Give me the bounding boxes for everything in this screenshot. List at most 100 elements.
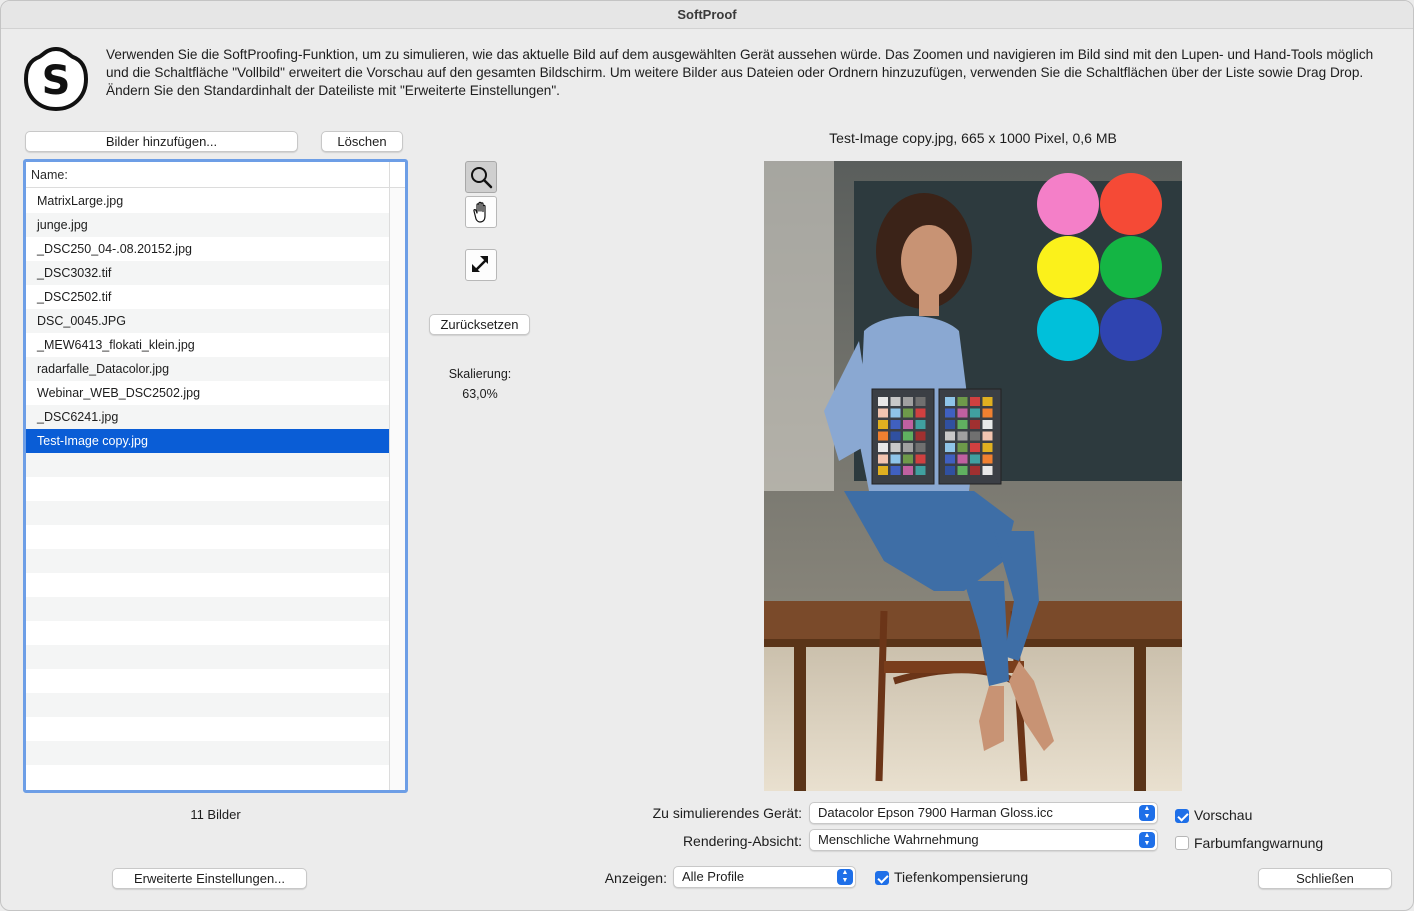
depth-compensation-checkbox[interactable] (875, 871, 889, 885)
checker-patch (982, 397, 993, 406)
fullscreen-button[interactable] (465, 249, 497, 281)
preview-label: Vorschau (1194, 807, 1253, 823)
app-logo-icon: S (23, 45, 89, 113)
file-list-item[interactable]: _MEW6413_flokati_klein.jpg (26, 333, 389, 357)
checker-patch (945, 408, 955, 418)
file-list-empty-row (26, 669, 389, 693)
file-list-empty-row (26, 477, 389, 501)
checker-patch (915, 466, 926, 475)
file-list-empty-row (26, 717, 389, 741)
device-value: Datacolor Epson 7900 Harman Gloss.icc (818, 805, 1053, 820)
file-list-item[interactable]: _DSC2502.tif (26, 285, 389, 309)
add-images-button[interactable]: Bilder hinzufügen... (25, 131, 298, 152)
checker-patch (970, 397, 980, 406)
expand-arrows-icon (472, 256, 488, 272)
checker-patch (890, 420, 901, 429)
file-list-item[interactable]: Webinar_WEB_DSC2502.jpg (26, 381, 389, 405)
checker-patch (915, 454, 926, 464)
file-list-item[interactable]: junge.jpg (26, 213, 389, 237)
file-list-empty-row (26, 573, 389, 597)
file-list[interactable]: Name: MatrixLarge.jpg junge.jpg _DSC250_04… (23, 159, 408, 793)
column-header-label: Name: (31, 168, 68, 182)
preview-image[interactable] (764, 161, 1182, 791)
checker-patch (970, 466, 980, 475)
select-stepper-icon: ▲ ▼ (1139, 832, 1155, 848)
file-list-empty-row (26, 741, 389, 765)
checker-patch (945, 420, 955, 429)
checker-patch (945, 466, 955, 475)
checker-patch (970, 454, 980, 464)
checker-patch (890, 443, 901, 452)
checker-patch (957, 420, 968, 429)
file-list-item[interactable]: DSC_0045.JPG (26, 309, 389, 333)
checker-patch (982, 408, 993, 418)
checker-patch (890, 431, 901, 441)
file-list-item[interactable]: radarfalle_Datacolor.jpg (26, 357, 389, 381)
checker-patch (982, 431, 993, 441)
file-list-empty-row (26, 765, 389, 789)
checker-patch (915, 420, 926, 429)
checker-patch (957, 408, 968, 418)
checker-patch (957, 443, 968, 452)
softproof-window: SoftProof S Verwenden Sie die SoftProofi… (0, 0, 1414, 911)
checker-patch (982, 420, 993, 429)
scaling-label: Skalierung: (448, 367, 512, 381)
file-list-item[interactable]: Test-Image copy.jpg (26, 429, 389, 453)
list-scroll-column (389, 188, 405, 790)
close-button[interactable]: Schließen (1258, 868, 1392, 889)
file-list-empty-row (26, 501, 389, 525)
color-circle (1037, 299, 1099, 361)
delete-button[interactable]: Löschen (321, 131, 403, 152)
window-title: SoftProof (1, 1, 1413, 29)
show-value: Alle Profile (682, 869, 745, 884)
zoom-tool-button[interactable] (465, 161, 497, 193)
image-count: 11 Bilder (190, 807, 241, 822)
checker-patch (890, 397, 901, 406)
checker-patch (878, 397, 888, 406)
checker-patch (878, 431, 888, 441)
file-list-empty-row (26, 549, 389, 573)
checker-patch (915, 408, 926, 418)
intent-select[interactable]: Menschliche Wahrnehmung ▲ ▼ (809, 829, 1158, 851)
select-stepper-icon: ▲ ▼ (1139, 805, 1155, 821)
checker-patch (970, 431, 980, 441)
checker-patch (890, 466, 901, 475)
file-list-item[interactable]: _DSC250_04-.08.20152.jpg (26, 237, 389, 261)
hand-tool-button[interactable] (465, 196, 497, 228)
device-select[interactable]: Datacolor Epson 7900 Harman Gloss.icc ▲ ▼ (809, 802, 1158, 824)
advanced-settings-button[interactable]: Erweiterte Einstellungen... (112, 868, 307, 889)
hand-icon (473, 201, 486, 223)
file-list-item[interactable]: _DSC3032.tif (26, 261, 389, 285)
color-circle (1037, 173, 1099, 235)
file-list-item[interactable]: MatrixLarge.jpg (26, 189, 389, 213)
checker-patch (903, 431, 913, 441)
checker-patch (945, 397, 955, 406)
preview-checkbox[interactable] (1175, 809, 1189, 823)
device-label: Zu simulierendes Gerät: (652, 805, 802, 821)
file-rows: MatrixLarge.jpg junge.jpg _DSC250_04-.08.2… (26, 189, 389, 789)
color-circle (1100, 236, 1162, 298)
checker-patch (915, 431, 926, 441)
checker-patch (903, 466, 913, 475)
gamut-warning-checkbox[interactable] (1175, 836, 1189, 850)
checker-patch (903, 454, 913, 464)
checker-patch (915, 443, 926, 452)
checker-patch (982, 466, 993, 475)
checker-patch (890, 408, 901, 418)
reset-button[interactable]: Zurücksetzen (429, 314, 530, 335)
file-list-item[interactable]: _DSC6241.jpg (26, 405, 389, 429)
checker-patch (945, 454, 955, 464)
checker-patch (878, 466, 888, 475)
checker-patch (982, 454, 993, 464)
checker-patch (903, 443, 913, 452)
column-header-name[interactable]: Name: (26, 162, 405, 188)
checker-patch (878, 454, 888, 464)
file-list-empty-row (26, 693, 389, 717)
show-select[interactable]: Alle Profile ▲ ▼ (673, 866, 856, 888)
gamut-warning-label: Farbumfangwarnung (1194, 835, 1324, 851)
checker-patch (878, 443, 888, 452)
scaling-value: 63,0% (462, 387, 498, 401)
checker-patch (915, 397, 926, 406)
intent-label: Rendering-Absicht: (682, 833, 802, 849)
checker-patch (945, 443, 955, 452)
